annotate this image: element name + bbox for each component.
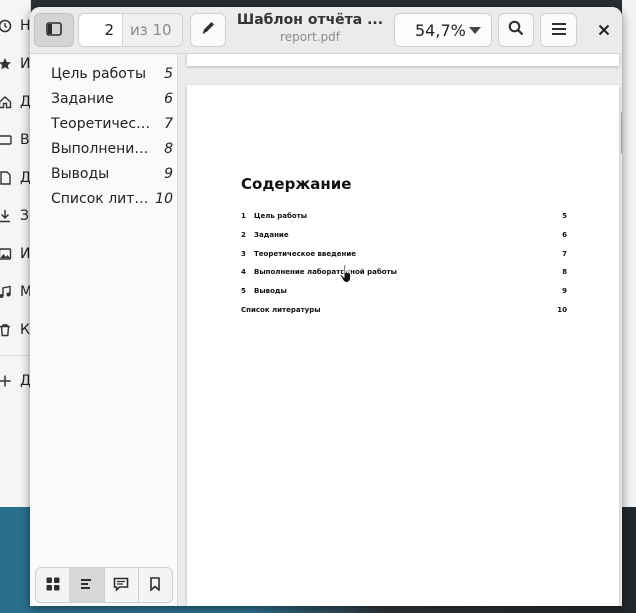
pdf-toc-entry[interactable]: 2 Задание 6 <box>241 231 567 245</box>
outline-item[interactable]: Теоретичес… 7 <box>30 111 177 136</box>
page-number-field[interactable]: из 10 <box>78 13 183 47</box>
outline-item[interactable]: Задание 6 <box>30 86 177 111</box>
header-bar: из 10 Шаблон отчёта ... report.pdf 54,7% <box>30 7 622 54</box>
outline-item[interactable]: Цель работы 5 <box>30 61 177 86</box>
previous-page <box>187 54 619 66</box>
pdf-contents-heading: Содержание <box>241 175 352 193</box>
bg-item-other-locations[interactable]: Д <box>0 371 31 391</box>
bg-item-starred[interactable]: И <box>0 54 30 74</box>
window-title: Шаблон отчёта ... report.pdf <box>235 12 385 44</box>
close-icon <box>598 21 610 40</box>
sidebar-toggle-button[interactable] <box>34 13 74 47</box>
desktop-icon <box>0 133 12 147</box>
document-view[interactable]: Содержание 1 Цель работы 5 2 Задание 6 3… <box>178 54 622 606</box>
search-button[interactable] <box>498 13 534 47</box>
background-file-manager-sidebar: Н И Д В Д З И М К Д <box>0 0 32 507</box>
main-menu-button[interactable] <box>540 13 577 47</box>
outline-item[interactable]: Выводы 9 <box>30 161 177 186</box>
grid-icon <box>46 576 60 595</box>
outline-tab[interactable] <box>70 568 105 602</box>
document-title: Шаблон отчёта ... <box>236 12 384 28</box>
pdf-toc-entry[interactable]: 4 Выполнение лабораторной работы 8 <box>241 268 567 282</box>
pdf-toc-entry[interactable]: 5 Выводы 9 <box>241 287 567 301</box>
bg-item-music[interactable]: М <box>0 282 32 302</box>
background-window-right <box>622 0 636 507</box>
bg-item-downloads[interactable]: З <box>0 206 30 226</box>
image-icon <box>0 247 12 261</box>
outline-item[interactable]: Выполнение… 8 <box>30 136 177 161</box>
trash-icon <box>0 323 12 337</box>
bg-item-home[interactable]: Д <box>0 92 31 112</box>
pencil-icon <box>200 20 216 40</box>
bookmark-icon <box>149 576 161 595</box>
outline-item[interactable]: Список лите… 10 <box>30 186 177 211</box>
bg-item-recent[interactable]: Н <box>0 16 31 36</box>
pdf-toc-entry[interactable]: Список литературы 10 <box>241 306 567 320</box>
pdf-page: Содержание 1 Цель работы 5 2 Задание 6 3… <box>187 85 619 606</box>
hamburger-menu-icon <box>551 21 567 40</box>
annotations-tab[interactable] <box>105 568 139 602</box>
chevron-down-icon <box>469 26 481 34</box>
pdf-toc-entry[interactable]: 3 Теоретическое введение 7 <box>241 250 567 264</box>
annotate-button[interactable] <box>190 13 226 47</box>
sidebar-icon <box>46 21 62 40</box>
star-icon <box>0 57 12 71</box>
bg-item-trash[interactable]: К <box>0 320 30 340</box>
home-icon <box>0 95 12 109</box>
comment-icon <box>113 576 129 595</box>
vertical-scrollbar[interactable] <box>621 112 622 154</box>
sidebar-view-switcher <box>35 567 173 603</box>
page-total-label: из 10 <box>123 14 182 46</box>
search-icon <box>508 20 524 40</box>
bg-item-desktop[interactable]: В <box>0 130 30 150</box>
music-icon <box>0 285 12 299</box>
bookmarks-tab[interactable] <box>139 568 172 602</box>
clock-icon <box>0 19 12 33</box>
bg-divider <box>0 355 30 356</box>
hand-pointer-cursor <box>338 263 356 289</box>
download-icon <box>0 209 12 223</box>
bg-item-documents[interactable]: Д <box>0 168 31 188</box>
thumbnails-tab[interactable] <box>36 568 71 602</box>
zoom-dropdown[interactable]: 54,7% <box>394 13 492 47</box>
outline-list-icon <box>80 576 94 595</box>
zoom-value: 54,7% <box>415 20 466 40</box>
plus-icon <box>0 374 12 388</box>
document-filename: report.pdf <box>280 30 340 44</box>
page-number-input[interactable] <box>79 14 123 46</box>
bg-item-pictures[interactable]: И <box>0 244 30 264</box>
document-viewer-window: из 10 Шаблон отчёта ... report.pdf 54,7% <box>30 7 622 606</box>
outline-sidebar: Цель работы 5 Задание 6 Теоретичес… 7 Вы… <box>30 54 178 606</box>
pdf-toc-entry[interactable]: 1 Цель работы 5 <box>241 212 567 226</box>
close-button[interactable] <box>592 19 616 41</box>
document-icon <box>0 171 12 185</box>
